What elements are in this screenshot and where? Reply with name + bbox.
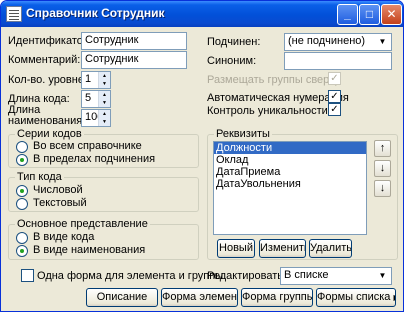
attributes-title: Реквизиты	[214, 128, 272, 140]
one-form-label: Одна форма для элемента и группы	[37, 270, 224, 282]
levels-stepper[interactable]: 1 ▲ ▼	[81, 71, 111, 89]
attributes-group: Реквизиты Должности Оклад ДатаПриема Дат…	[207, 128, 398, 260]
name-length-stepper[interactable]: 100 ▲ ▼	[81, 109, 111, 127]
delete-attribute-button[interactable]: Удалить	[309, 239, 352, 258]
levels-value: 1	[85, 73, 92, 85]
main-view-option-code: В виде кода	[33, 231, 95, 243]
code-type-option-numeric: Числовой	[33, 184, 83, 196]
attributes-list[interactable]: Должности Оклад ДатаПриема ДатаУвольнени…	[213, 141, 367, 235]
code-length-value: 5	[85, 92, 92, 104]
group-form-button[interactable]: Форма группы	[241, 288, 313, 307]
reference-book-icon	[6, 6, 22, 22]
minimize-button[interactable]: _	[337, 4, 358, 25]
title-bar[interactable]: Справочник Сотрудник _ □ ✕	[1, 1, 403, 27]
code-type-group: Тип кода Числовой Текстовый	[8, 171, 199, 212]
edit-mode-label: Редактировать:	[207, 270, 287, 282]
close-button[interactable]: ✕	[381, 4, 402, 25]
subordinate-value: (не подчинено)	[288, 35, 366, 47]
code-type-option-text: Текстовый	[33, 197, 87, 209]
auto-numbering-checkbox[interactable]: ✓	[328, 90, 341, 103]
list-item[interactable]: ДатаПриема	[214, 166, 366, 178]
edit-attribute-button[interactable]: Изменить	[259, 239, 306, 258]
subordinate-select[interactable]: (не подчинено) ▼	[284, 33, 392, 51]
move-down-button[interactable]: ↓	[374, 160, 391, 177]
maximize-button[interactable]: □	[359, 4, 380, 25]
edit-mode-select[interactable]: В списке ▼	[280, 267, 392, 285]
code-series-group: Серии кодов Во всем справочнике В предел…	[8, 128, 199, 168]
code-series-radio-all[interactable]	[16, 141, 28, 153]
uniqueness-label: Контроль уникальности	[207, 105, 328, 117]
comment-label: Комментарий:	[8, 54, 81, 66]
uniqueness-checkbox[interactable]: ✓	[328, 103, 341, 116]
sort-button[interactable]: ↓	[374, 180, 391, 197]
chevron-down-icon[interactable]: ▼	[375, 35, 390, 49]
code-type-title: Тип кода	[15, 171, 64, 183]
sort-icon: ↓	[379, 182, 386, 194]
chevron-right-icon: ▶	[393, 293, 395, 302]
name-length-label: Длина наименования:	[8, 104, 86, 127]
code-type-radio-numeric[interactable]	[16, 185, 28, 197]
window-title: Справочник Сотрудник	[26, 6, 165, 20]
chevron-down-icon[interactable]: ▼	[375, 269, 390, 283]
code-length-spin[interactable]: ▲ ▼	[98, 91, 110, 107]
list-forms-label: Формы списка	[317, 291, 391, 303]
new-attribute-button[interactable]: Новый	[217, 239, 255, 258]
one-form-checkbox[interactable]	[21, 269, 34, 282]
dialog-window: Справочник Сотрудник _ □ ✕ Идентификатор…	[0, 0, 404, 312]
code-series-option-subordination: В пределах подчинения	[33, 153, 156, 165]
identifier-label: Идентификатор:	[8, 35, 93, 47]
edit-mode-value: В списке	[284, 269, 329, 281]
comment-input[interactable]: Сотрудник	[81, 51, 187, 69]
levels-spin[interactable]: ▲ ▼	[98, 72, 110, 88]
code-length-stepper[interactable]: 5 ▲ ▼	[81, 90, 111, 108]
code-type-radio-text[interactable]	[16, 198, 28, 210]
groups-top-checkbox[interactable]: ✓	[328, 72, 341, 85]
subordinate-label: Подчинен:	[207, 36, 261, 48]
code-series-option-all: Во всем справочнике	[33, 140, 142, 152]
main-view-radio-name[interactable]	[16, 245, 28, 257]
groups-top-label: Размещать группы сверху	[207, 74, 341, 86]
main-view-radio-code[interactable]	[16, 232, 28, 244]
identifier-input[interactable]: Сотрудник	[81, 32, 187, 50]
name-length-spin[interactable]: ▲ ▼	[98, 110, 110, 126]
description-button[interactable]: Описание	[86, 288, 158, 307]
list-item[interactable]: ДатаУвольнения	[214, 178, 366, 190]
list-forms-button[interactable]: Формы списка ▶	[316, 288, 396, 307]
synonym-label: Синоним:	[207, 55, 257, 67]
main-view-title: Основное представление	[15, 218, 150, 230]
list-item[interactable]: Оклад	[214, 154, 366, 166]
main-view-group: Основное представление В виде кода В вид…	[8, 218, 199, 260]
element-form-button[interactable]: Форма элемента	[161, 288, 238, 307]
move-up-button[interactable]: ↑	[374, 140, 391, 157]
list-item[interactable]: Должности	[214, 142, 366, 154]
synonym-input[interactable]	[284, 52, 392, 70]
main-view-option-name: В виде наименования	[33, 244, 146, 256]
code-series-radio-subordination[interactable]	[16, 154, 28, 166]
code-series-title: Серии кодов	[15, 128, 84, 140]
